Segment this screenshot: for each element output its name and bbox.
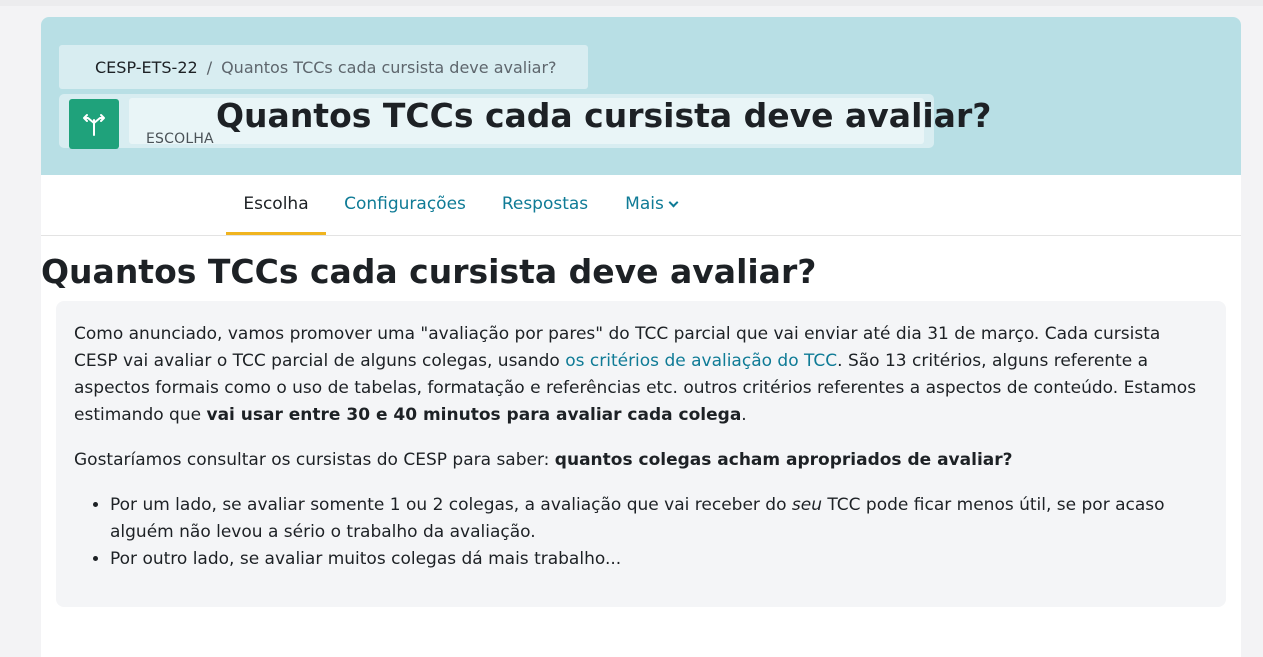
chevron-down-icon: [668, 197, 679, 207]
intro-paragraph-2: Gostaríamos consultar os cursistas do CE…: [74, 447, 1208, 474]
intro-bullet-list: Por um lado, se avaliar somente 1 ou 2 c…: [74, 492, 1208, 573]
intro-text: Por outro lado, se avaliar muitos colega…: [110, 549, 622, 569]
criteria-link[interactable]: os critérios de avaliação do TCC: [565, 351, 837, 371]
intro-bold-text: vai usar entre 30 e 40 minutos para aval…: [206, 405, 742, 425]
tab-label: Escolha: [243, 193, 309, 214]
choice-signpost-icon: [69, 99, 119, 149]
intro-paragraph-1: Como anunciado, vamos promover uma "aval…: [74, 321, 1208, 429]
tab-label: Mais: [625, 194, 664, 214]
tab-mais[interactable]: Mais: [606, 175, 696, 233]
tab-respostas[interactable]: Respostas: [484, 175, 606, 233]
top-edge: [0, 0, 1263, 6]
intro-text: Gostaríamos consultar os cursistas do CE…: [74, 450, 555, 470]
breadcrumb-current: Quantos TCCs cada cursista deve avaliar?: [221, 57, 557, 77]
intro-bold-question: quantos colegas acham apropriados de ava…: [554, 450, 1013, 470]
intro-emphasis: seu: [791, 495, 822, 515]
header-title: Quantos TCCs cada cursista deve avaliar?: [216, 96, 992, 135]
intro-text: Por um lado, se avaliar somente 1 ou 2 c…: [110, 495, 792, 515]
breadcrumb-separator: /: [206, 57, 213, 77]
breadcrumb-course-link[interactable]: CESP-ETS-22: [95, 58, 198, 77]
module-type-label: ESCOLHA: [146, 131, 214, 147]
list-item: Por outro lado, se avaliar muitos colega…: [110, 546, 1208, 573]
tab-label: Respostas: [501, 194, 589, 214]
tab-label: Configurações: [344, 194, 466, 214]
page-title: Quantos TCCs cada cursista deve avaliar?: [41, 252, 817, 291]
intro-text: .: [741, 405, 747, 425]
activity-description: Como anunciado, vamos promover uma "aval…: [56, 301, 1226, 607]
activity-header: ESCOLHA Quantos TCCs cada cursista deve …: [59, 94, 991, 149]
tab-escolha[interactable]: Escolha: [226, 175, 326, 235]
tab-configuracoes[interactable]: Configurações: [326, 175, 484, 233]
list-item: Por um lado, se avaliar somente 1 ou 2 c…: [110, 492, 1208, 546]
activity-title-wrapper: ESCOLHA Quantos TCCs cada cursista deve …: [129, 96, 991, 147]
page-header: CESP-ETS-22 / Quantos TCCs cada cursista…: [41, 17, 1241, 175]
main-card: CESP-ETS-22 / Quantos TCCs cada cursista…: [41, 17, 1241, 657]
breadcrumb: CESP-ETS-22 / Quantos TCCs cada cursista…: [59, 45, 588, 89]
secondary-navigation: Escolha Configurações Respostas Mais: [41, 175, 1241, 236]
